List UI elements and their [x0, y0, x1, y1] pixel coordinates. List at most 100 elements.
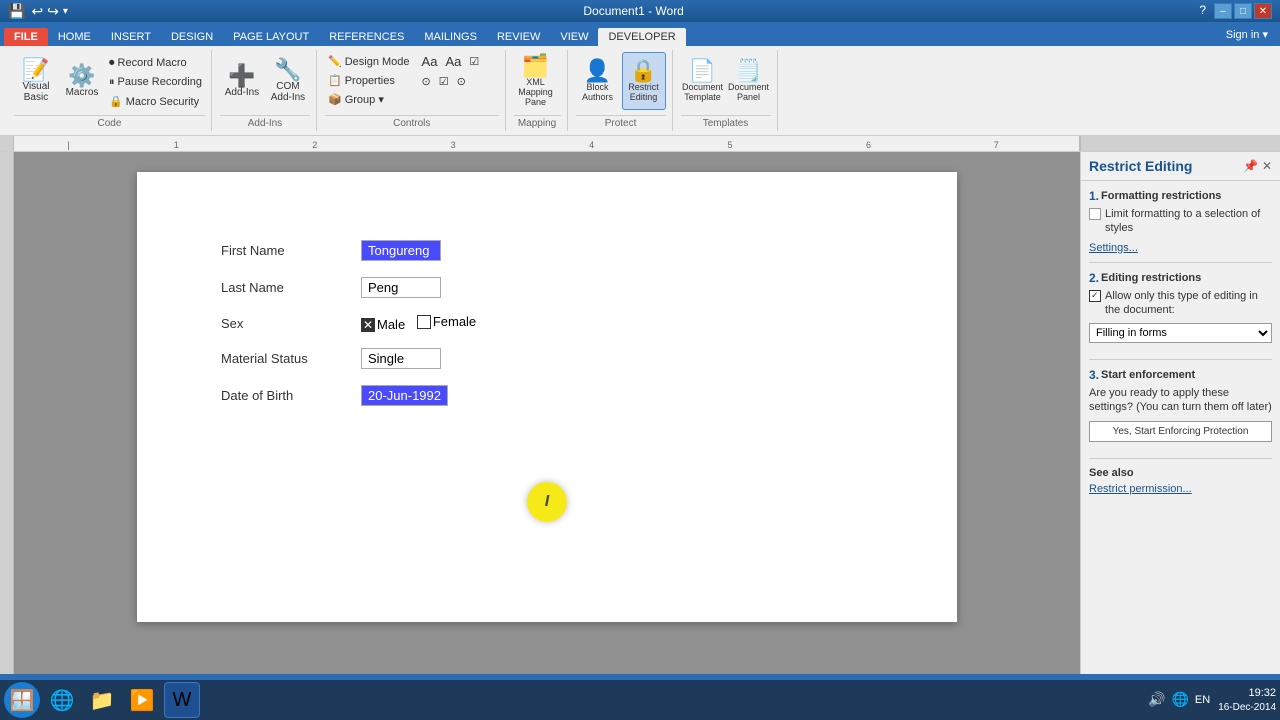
pause-recording-button[interactable]: ⏸ Pause Recording [106, 73, 205, 91]
panel-close-icon[interactable]: ✕ [1262, 159, 1272, 173]
marital-status-value[interactable]: Single [357, 340, 877, 377]
ruler-mark-1: 1 [174, 140, 179, 150]
female-checkbox-field[interactable]: Female [417, 314, 476, 329]
document-panel-button[interactable]: 🗒️ Document Panel [727, 52, 771, 110]
restrict-permission-link[interactable]: Restrict permission... [1089, 483, 1272, 495]
block-authors-button[interactable]: 👤 Block Authors [576, 52, 620, 110]
dob-field[interactable]: 20-Jun-1992 [361, 385, 448, 406]
addins-label: Add-Ins [225, 87, 259, 98]
ribbon-group-addins: ➕ Add-Ins 🔧 COM Add-Ins Add-Ins [214, 50, 317, 131]
tab-mailings[interactable]: MAILINGS [414, 28, 487, 46]
save-qa-icon[interactable]: 💾 [8, 3, 25, 20]
control-btn-3[interactable]: ☑ [466, 52, 482, 70]
addins-button[interactable]: ➕ Add-Ins [220, 52, 264, 110]
ie-icon[interactable]: 🌐 [44, 682, 80, 718]
taskbar-left: 🪟 🌐 📁 ▶️ W [4, 682, 200, 718]
media-player-icon[interactable]: ▶️ [124, 682, 160, 718]
table-row: Sex ✕ Male Female [217, 306, 877, 340]
firstname-value[interactable]: Tongureng [357, 232, 877, 269]
tab-file[interactable]: FILE [4, 28, 48, 46]
control-btn-2[interactable]: Aa [442, 52, 464, 70]
section2-num: 2. [1089, 271, 1099, 285]
record-macro-button[interactable]: ⏺ Record Macro [106, 54, 205, 72]
ribbon-group-mapping: 🗂️ XML Mapping Pane Mapping [508, 50, 568, 131]
folder-icon[interactable]: 📁 [84, 682, 120, 718]
control-btn-4[interactable]: ⊙ [419, 72, 434, 90]
male-checkbox-field[interactable]: ✕ Male [361, 317, 405, 332]
tab-page-layout[interactable]: PAGE LAYOUT [223, 28, 319, 46]
settings-link[interactable]: Settings... [1089, 242, 1272, 254]
properties-button[interactable]: 📋 Properties [325, 71, 413, 89]
group-button[interactable]: 📦 Group ▾ [325, 90, 413, 108]
macro-security-button[interactable]: 🔒 Macro Security [106, 92, 205, 110]
design-mode-button[interactable]: ✏️ Design Mode [325, 52, 413, 70]
tab-references[interactable]: REFERENCES [319, 28, 414, 46]
section-divider-2 [1089, 359, 1272, 360]
start-button[interactable]: 🪟 [4, 682, 40, 718]
ribbon-group-templates: 📄 Document Template 🗒️ Document Panel Te… [675, 50, 778, 131]
section1-header: 1. Formatting restrictions [1089, 189, 1272, 203]
xml-mapping-pane-button[interactable]: 🗂️ XML Mapping Pane [514, 52, 558, 110]
tab-home[interactable]: HOME [48, 28, 101, 46]
restrict-editing-button[interactable]: 🔒 Restrict Editing [622, 52, 666, 110]
restrict-editing-panel: Restrict Editing 📌 ✕ 1. Formatting restr… [1080, 152, 1280, 674]
redo-qa-icon[interactable]: ↪ [47, 3, 59, 20]
document-template-button[interactable]: 📄 Document Template [681, 52, 725, 110]
dob-label: Date of Birth [217, 377, 357, 414]
editing-type-dropdown[interactable]: Filling in forms No changes (Read only) … [1089, 323, 1272, 343]
start-enforcing-button[interactable]: Yes, Start Enforcing Protection [1089, 421, 1272, 442]
mapping-group-label: Mapping [514, 115, 561, 129]
ribbon-group-protect: 👤 Block Authors 🔒 Restrict Editing Prote… [570, 50, 673, 131]
female-label: Female [433, 314, 476, 329]
section1-checkbox[interactable] [1089, 208, 1101, 220]
control-btn-1[interactable]: Aa [419, 52, 441, 70]
section1: 1. Formatting restrictions Limit formatt… [1089, 189, 1272, 254]
tray-icon-2: 🌐 [1171, 691, 1188, 708]
ruler-mark-6: 6 [866, 140, 871, 150]
help-icon[interactable]: ? [1199, 3, 1206, 19]
firstname-label: First Name [217, 232, 357, 269]
visual-basic-button[interactable]: 📝 Visual Basic [14, 52, 58, 110]
dob-value[interactable]: 20-Jun-1992 [357, 377, 877, 414]
section2-checkbox-row: Allow only this type of editing in the d… [1089, 289, 1272, 318]
section2-checkbox[interactable] [1089, 290, 1101, 302]
section2-header: 2. Editing restrictions [1089, 271, 1272, 285]
tab-design[interactable]: DESIGN [161, 28, 223, 46]
lastname-field[interactable]: Peng [361, 277, 441, 298]
lastname-value[interactable]: Peng [357, 269, 877, 306]
female-checkbox[interactable] [417, 315, 431, 329]
maximize-button[interactable]: □ [1234, 3, 1252, 19]
see-also-divider [1089, 458, 1272, 459]
quick-access-area: 💾 ↩ ↪ ▾ [8, 3, 68, 20]
ribbon-group-code: 📝 Visual Basic ⚙️ Macros ⏺ Record Macro … [8, 50, 212, 131]
clock: 19:32 16-Dec-2014 [1218, 686, 1276, 713]
control-btn-5[interactable]: ☑ [436, 72, 452, 90]
com-addins-button[interactable]: 🔧 COM Add-Ins [266, 52, 310, 110]
protect-group-label: Protect [576, 115, 666, 129]
section2-text: Allow only this type of editing in the d… [1105, 289, 1272, 318]
section1-text: Limit formatting to a selection of style… [1105, 207, 1272, 236]
panel-pushpin-icon[interactable]: 📌 [1243, 159, 1258, 173]
document-template-icon: 📄 [689, 60, 716, 82]
male-checkbox[interactable]: ✕ [361, 318, 375, 332]
tab-developer[interactable]: DEVELOPER [598, 28, 685, 46]
panel-content: 1. Formatting restrictions Limit formatt… [1081, 181, 1280, 674]
marital-status-field[interactable]: Single [361, 348, 441, 369]
tab-view[interactable]: VIEW [550, 28, 598, 46]
sign-in-button[interactable]: Sign in ▾ [1218, 25, 1276, 44]
undo-qa-icon[interactable]: ↩ [31, 3, 43, 20]
control-btn-6[interactable]: ⊙ [454, 72, 469, 90]
templates-group-label: Templates [681, 115, 771, 129]
tab-insert[interactable]: INSERT [101, 28, 161, 46]
doc-area[interactable]: First Name Tongureng Last Name Peng Sex [14, 152, 1080, 674]
word-taskbar-icon[interactable]: W [164, 682, 200, 718]
macros-button[interactable]: ⚙️ Macros [60, 52, 104, 110]
title-bar-text: Document1 - Word [68, 4, 1199, 18]
firstname-field[interactable]: Tongureng [361, 240, 441, 261]
language-tray: EN [1195, 694, 1210, 706]
close-button[interactable]: ✕ [1254, 3, 1272, 19]
minimize-button[interactable]: – [1214, 3, 1232, 19]
section3-header: 3. Start enforcement [1089, 368, 1272, 382]
tab-review[interactable]: REVIEW [487, 28, 550, 46]
section3-title: Start enforcement [1101, 369, 1195, 381]
